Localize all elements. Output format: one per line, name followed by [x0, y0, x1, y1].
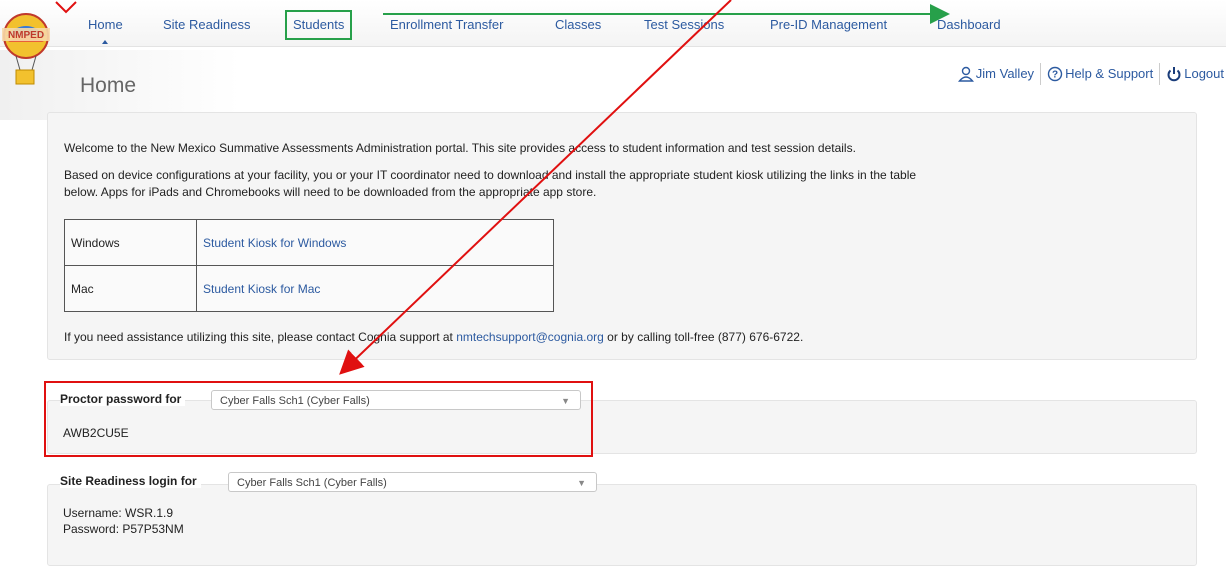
svg-text:NMPED: NMPED	[8, 30, 44, 41]
logo-balloon-icon: NMPED	[2, 13, 50, 85]
annotation-red-mark	[55, 1, 77, 14]
annotation-overlay	[55, 0, 950, 375]
annotation-red-arrow	[339, 0, 732, 375]
